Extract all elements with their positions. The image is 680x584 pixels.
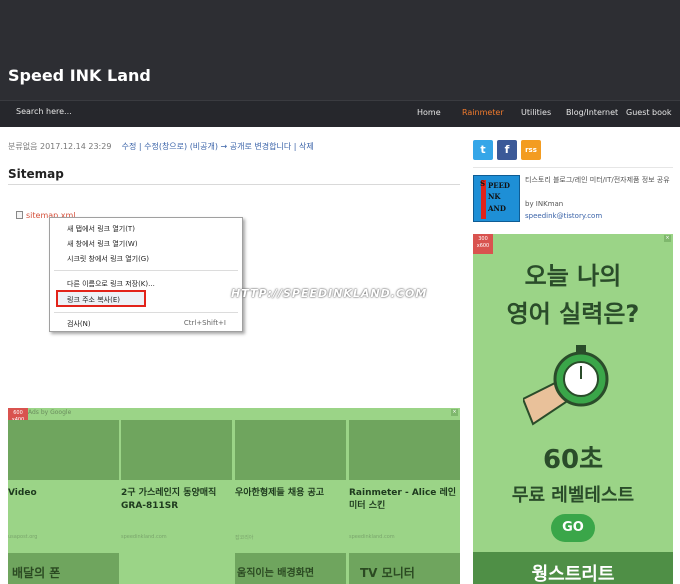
visibility-link[interactable]: (비공개) → 공개로 변경합니다 (190, 142, 292, 151)
close-icon[interactable]: × (451, 409, 458, 416)
menu-separator (54, 312, 238, 313)
logo-letter: PEED (488, 181, 511, 190)
ad-brand: 웡스트리트 (531, 564, 615, 584)
post-date: 2017.12.14 23:29 (40, 142, 112, 151)
menu-item-inspect[interactable]: 검사(N) (67, 319, 91, 329)
menu-item-open-incognito[interactable]: 시크릿 창에서 링크 열기(G) (67, 254, 149, 264)
nav-bar: Search here... Home Rainmeter Utilities … (0, 100, 680, 127)
nav-item-home[interactable]: Home (417, 108, 441, 117)
ad-tile-image[interactable] (121, 420, 232, 480)
ad-tile-image[interactable] (8, 420, 119, 480)
ad-tile-text: 움직이는 배경화면 (237, 568, 315, 579)
ad-free-test-text: 무료 레벨테스트 (511, 485, 635, 506)
sidebar-divider (473, 167, 673, 168)
ad-headline: 영어 실력은? (506, 300, 640, 328)
ad-tile-source: usapost.org (8, 534, 38, 540)
site-header: Speed INK Land (0, 0, 680, 100)
menu-item-open-new-tab[interactable]: 새 탭에서 링크 열기(T) (67, 224, 135, 234)
ad-tile-title[interactable]: Rainmeter - Alice 레인미터 스킨 (349, 487, 460, 513)
title-divider (8, 184, 460, 185)
menu-item-copy-link-address[interactable]: 링크 주소 복사(E) (67, 295, 120, 305)
close-icon[interactable]: × (664, 235, 671, 242)
bottom-ad[interactable]: 600 x400 Ads by Google × Video 2구 가스레인지 … (8, 408, 460, 584)
stopwatch-crown (576, 345, 586, 353)
context-menu: 새 탭에서 링크 열기(T) 새 창에서 링크 열기(W) 시크릿 창에서 링크… (49, 217, 243, 332)
post-category[interactable]: 분류없음 (8, 142, 37, 151)
ad-tile-title[interactable]: Video (8, 487, 120, 500)
ad-size-badge: 300 x600 (473, 234, 493, 254)
profile-author: by INKman (525, 200, 564, 208)
search-input[interactable]: Search here... (16, 107, 72, 116)
menu-item-save-link-as[interactable]: 다른 이름으로 링크 저장(K)... (67, 279, 155, 289)
ad-tile-text: TV 모니터 (360, 566, 415, 580)
menu-item-open-new-window[interactable]: 새 창에서 링크 열기(W) (67, 239, 138, 249)
watermark: HTTP://SPEEDINKLAND.COM (231, 287, 428, 300)
rss-icon[interactable]: rss (521, 140, 541, 160)
post-title: Sitemap (8, 167, 64, 181)
inspect-shortcut: Ctrl+Shift+I (183, 319, 226, 327)
nav-item-rainmeter[interactable]: Rainmeter (462, 108, 504, 117)
ad-seconds-text: 60초 (542, 445, 604, 475)
file-icon (16, 211, 23, 219)
nav-item-blog-internet[interactable]: Blog/Internet (566, 108, 618, 117)
ad-tile-source: speedinkland.com (121, 534, 167, 540)
delete-link[interactable]: | 삭제 (294, 142, 314, 151)
nav-item-guest-book[interactable]: Guest book (626, 108, 672, 117)
ad-tile-source: speedinkland.com (349, 534, 395, 540)
post-meta: 분류없음 2017.12.14 23:29 수정 | 수정(창으로) (비공개)… (8, 141, 314, 152)
ad-tile-title[interactable]: 2구 가스레인지 동양매직 GRA-811SR (121, 487, 233, 513)
ad-tile-text: 배달의 폰 (12, 566, 61, 580)
nav-item-utilities[interactable]: Utilities (521, 108, 551, 117)
profile-description: 티스토리 블로그/레인 미터/IT/전자제품 정보 공유 (525, 176, 670, 184)
logo-letter: S (480, 179, 486, 188)
ad-headline: 오늘 나의 (524, 262, 622, 290)
ads-by-label: Ads by Google (28, 409, 72, 416)
menu-separator (54, 270, 238, 271)
ad-tile-image[interactable] (235, 420, 346, 480)
profile-logo[interactable]: S PEED NK AND (473, 175, 520, 222)
sidebar-ad[interactable]: 300 x600 × 오늘 나의 영어 실력은? 60초 무료 레벨테스트 GO… (473, 234, 673, 584)
ad-tile-source: 잡코리아 (235, 535, 254, 541)
logo-letter: NK (488, 192, 501, 201)
go-button[interactable]: GO (551, 514, 595, 542)
facebook-icon[interactable]: f (497, 140, 517, 160)
ad-tile-image[interactable] (349, 420, 460, 480)
site-title[interactable]: Speed INK Land (8, 66, 151, 85)
ad-tile-title[interactable]: 우아한형제들 채용 공고 (235, 487, 347, 500)
logo-letter: AND (488, 204, 506, 213)
edit-link[interactable]: 수정 (122, 142, 137, 151)
twitter-icon[interactable]: t (473, 140, 493, 160)
stopwatch-icon (523, 345, 609, 426)
edit-window-link[interactable]: | 수정(창으로) (139, 142, 187, 151)
profile-email[interactable]: speedink@tistory.com (525, 212, 602, 220)
